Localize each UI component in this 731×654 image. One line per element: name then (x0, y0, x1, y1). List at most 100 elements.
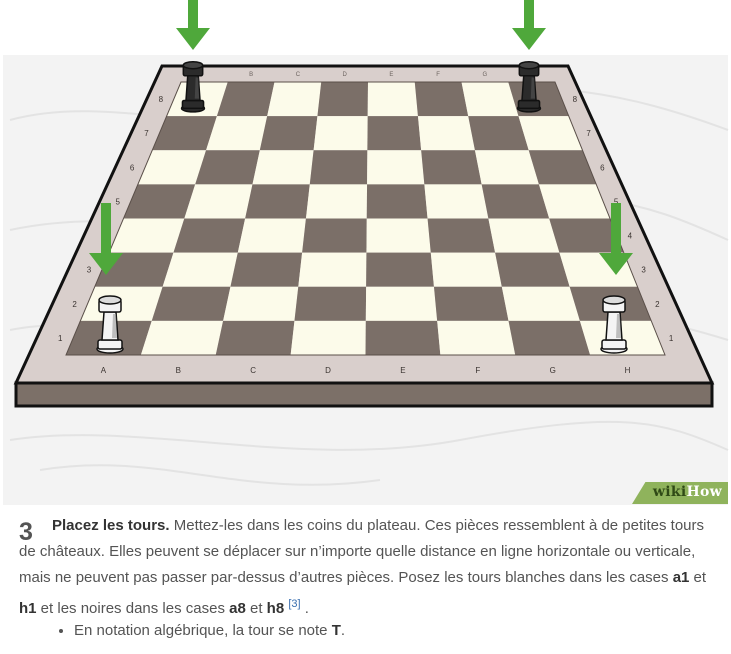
step-number: 3 (19, 518, 33, 546)
watermark-wiki: wiki (652, 484, 687, 500)
rank-label-right: 2 (655, 300, 660, 309)
chessboard-illustration: BCDEFGABCDEFGH1122334455667788 wikiHow (0, 0, 731, 507)
dark-square (366, 184, 428, 219)
file-label-top: F (436, 72, 440, 78)
rook-foot (181, 99, 205, 110)
file-label-bottom: G (550, 366, 556, 375)
file-label-bottom: E (400, 366, 405, 375)
light-square (252, 150, 314, 185)
dark-square (421, 150, 482, 185)
rook-foot (517, 99, 541, 110)
step-description: Placez les tours. Mettez-les dans les co… (0, 507, 731, 622)
rank-label-right: 3 (641, 266, 646, 275)
rank-label-left: 1 (58, 334, 63, 343)
file-label-top: D (342, 72, 347, 78)
light-square (367, 82, 418, 117)
rook-top (182, 60, 204, 70)
dark-square (367, 116, 422, 151)
rank-label-left: 7 (144, 129, 149, 138)
light-square (184, 184, 253, 219)
rank-label-right: 4 (628, 232, 633, 241)
dark-square (173, 218, 246, 253)
rank-label-left: 6 (130, 163, 135, 172)
rank-label-right: 1 (669, 334, 674, 343)
dark-square (414, 82, 469, 117)
light-square (290, 320, 366, 355)
light-square (437, 320, 516, 355)
file-label-bottom: D (325, 366, 331, 375)
light-square (367, 150, 425, 185)
rank-label-left: 2 (72, 300, 77, 309)
file-label-bottom: F (475, 366, 480, 375)
rank-label-right: 8 (573, 95, 578, 104)
bullet-suffix: . (340, 622, 346, 639)
square-a1: a1 (672, 569, 690, 586)
light-square (424, 184, 489, 219)
file-label-bottom: H (625, 366, 631, 375)
board-frame-edge (14, 381, 714, 408)
light-square (267, 82, 322, 117)
dark-square (294, 286, 367, 321)
light-square (237, 218, 306, 253)
rook-foot (97, 339, 123, 350)
dark-square (245, 184, 310, 219)
file-label-top: B (249, 72, 253, 78)
light-square (488, 218, 560, 253)
dark-square (433, 286, 509, 321)
watermark-text: wikiHow (653, 484, 722, 500)
file-label-top: G (483, 72, 488, 78)
rank-label-left: 5 (115, 197, 120, 206)
dark-square (151, 286, 231, 321)
light-square (366, 218, 431, 253)
rank-label-right: 7 (586, 129, 591, 138)
light-square (417, 116, 475, 151)
square-h1: h1 (19, 600, 37, 617)
file-label-bottom: B (176, 366, 181, 375)
bullet-bold: T (331, 622, 341, 639)
file-label-bottom: C (250, 366, 256, 375)
step-text-and-1: et (689, 569, 707, 586)
rank-label-left: 3 (87, 266, 92, 275)
step-text-end: . (300, 600, 309, 617)
chessboard: BCDEFGABCDEFGH1122334455667788 (0, 0, 731, 507)
step-title: Placez les tours. (52, 517, 170, 534)
square-a8: a8 (229, 600, 246, 617)
tips-list: En notation algébrique, la tour se note … (19, 621, 345, 641)
light-square (305, 184, 368, 219)
light-square (501, 286, 580, 321)
dark-square (230, 252, 303, 287)
rank-label-right: 6 (600, 163, 605, 172)
dark-square (259, 116, 318, 151)
rook-foot (601, 339, 627, 350)
rook-top (602, 295, 626, 305)
light-square (474, 150, 539, 185)
dark-square (309, 150, 368, 185)
step-text-and-2: et (245, 600, 267, 617)
step-section: 3 Placez les tours. Mettez-les dans les … (0, 507, 731, 639)
light-square (162, 252, 238, 287)
dark-square (317, 82, 368, 117)
light-square (223, 286, 299, 321)
rook-top (518, 60, 540, 70)
dark-square (495, 252, 570, 287)
light-square (365, 286, 438, 321)
dark-square (481, 184, 550, 219)
light-square (430, 252, 502, 287)
dark-square (365, 320, 441, 355)
bullet-text: En notation algébrique, la tour se note (74, 622, 332, 639)
watermark-how: How (686, 484, 722, 500)
reference-link[interactable]: [3] (288, 598, 300, 610)
file-label-top: E (389, 72, 393, 78)
dark-square (468, 116, 529, 151)
list-item: En notation algébrique, la tour se note … (74, 621, 345, 641)
square-h8: h8 (266, 600, 285, 617)
dark-square (427, 218, 496, 253)
dark-square (302, 218, 367, 253)
rook-top (98, 295, 122, 305)
dark-square (366, 252, 434, 287)
dark-square (508, 320, 591, 355)
file-label-top: C (296, 72, 301, 78)
light-square (140, 320, 224, 355)
rank-label-left: 8 (159, 95, 164, 104)
file-label-bottom: A (101, 366, 107, 375)
